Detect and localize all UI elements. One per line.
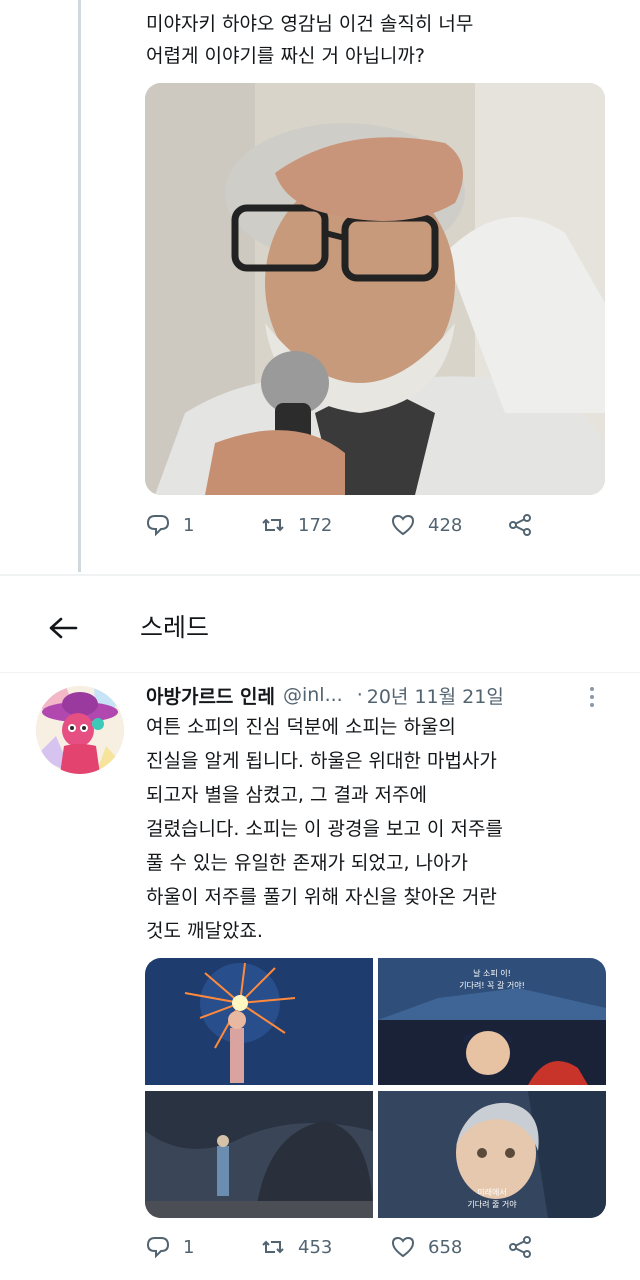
reply-button[interactable]: 1 [145, 1234, 260, 1260]
like-button[interactable]: 428 [390, 512, 507, 538]
page-title: 스레드 [140, 613, 210, 642]
media-image-4[interactable]: 미래에서 기다려 줄 거야 [378, 1091, 606, 1218]
tweet-text-line: 것도 깨달았죠. [146, 920, 263, 942]
anime-still-dark-forest-icon [145, 1091, 373, 1218]
retweet-count: 172 [298, 514, 333, 536]
tweet-action-bar: 1 172 428 [145, 512, 545, 538]
anime-still-fireworks-icon [145, 958, 373, 1085]
reply-count: 1 [183, 514, 195, 536]
header-divider [0, 672, 640, 673]
arrow-left-icon [49, 617, 78, 639]
reply-icon [146, 515, 170, 537]
media-image-3[interactable] [145, 1091, 373, 1218]
tweet-text-line: 걸렸습니다. 소피는 이 광경을 보고 이 저주를 [146, 818, 503, 840]
anime-still-girl-closeup-icon: 미래에서 기다려 줄 거야 [378, 1091, 606, 1218]
retweet-button[interactable]: 172 [260, 512, 390, 538]
subtitle-text: 날 소피 이! [473, 968, 511, 978]
retweet-count: 453 [298, 1236, 333, 1258]
like-button[interactable]: 658 [390, 1234, 507, 1260]
tweet-media-grid: 날 소피 이! 기다려! 꼭 갈 거야! 미래에서 기다려 줄 거야 [145, 958, 606, 1218]
more-options-icon[interactable] [582, 682, 602, 712]
subtitle-text: 기다려! 꼭 갈 거야! [459, 980, 525, 990]
tweet-text-line: 여튼 소피의 진심 덕분에 소피는 하울의 [146, 716, 456, 738]
share-icon [509, 1236, 531, 1258]
tweet-text-line: 진실을 알게 됩니다. 하울은 위대한 마법사가 [146, 750, 497, 772]
anime-still-subtitled-icon: 날 소피 이! 기다려! 꼭 갈 거야! [378, 958, 606, 1085]
tweet-text-line: 풀 수 있는 유일한 존재가 되었고, 나아가 [146, 852, 468, 874]
thread-connector-line [78, 0, 81, 572]
thread-header: 스레드 [0, 596, 640, 660]
subtitle-text: 기다려 줄 거야 [467, 1199, 517, 1209]
tweet-text: 여튼 소피의 진심 덕분에 소피는 하울의 진실을 알게 됩니다. 하울은 위대… [146, 710, 616, 948]
tweet-photo[interactable] [145, 83, 605, 495]
tweet-text-line: 미야자키 하야오 영감님 이건 솔직히 너무 [146, 13, 474, 35]
media-image-1[interactable] [145, 958, 373, 1085]
more-dot [590, 703, 594, 707]
tweet-text-line: 어렵게 이야기를 짜신 거 아닙니까? [146, 45, 425, 67]
tweet-date[interactable]: 20년 11월 21일 [367, 682, 504, 709]
retweet-icon [262, 518, 284, 532]
anime-character-avatar-icon [36, 686, 124, 774]
display-name[interactable]: 아방가르드 인레 [146, 682, 275, 709]
media-image-2[interactable]: 날 소피 이! 기다려! 꼭 갈 거야! [378, 958, 606, 1085]
share-button[interactable] [507, 512, 533, 538]
avatar[interactable] [36, 686, 124, 774]
section-divider [0, 574, 640, 576]
tweet-header: 아방가르드 인레 @inl... · 20년 11월 21일 [146, 680, 606, 710]
more-dot [590, 687, 594, 691]
reply-count: 1 [183, 1236, 195, 1258]
back-button[interactable] [40, 610, 86, 646]
share-button[interactable] [507, 1234, 533, 1260]
user-handle[interactable]: @inl... [283, 684, 343, 706]
like-count: 428 [428, 514, 463, 536]
tweet-action-bar: 1 453 658 [145, 1234, 545, 1260]
reply-icon [146, 1237, 170, 1259]
more-dot [590, 695, 594, 699]
tweet-text-line: 되고자 별을 삼켰고, 그 결과 저주에 [146, 784, 427, 806]
tweet-text-line: 하울이 저주를 풀기 위해 자신을 찾아온 거란 [146, 886, 497, 908]
heart-icon [391, 1236, 415, 1258]
tweet-text: 미야자키 하야오 영감님 이건 솔직히 너무 어렵게 이야기를 짜신 거 아닙니… [146, 8, 616, 72]
photo-of-elderly-man-icon [145, 83, 605, 495]
subtitle-text: 미래에서 [477, 1188, 506, 1197]
retweet-icon [262, 1240, 284, 1254]
share-icon [509, 514, 531, 536]
retweet-button[interactable]: 453 [260, 1234, 390, 1260]
separator-dot: · [356, 684, 363, 706]
heart-icon [391, 514, 415, 536]
reply-button[interactable]: 1 [145, 512, 260, 538]
like-count: 658 [428, 1236, 463, 1258]
